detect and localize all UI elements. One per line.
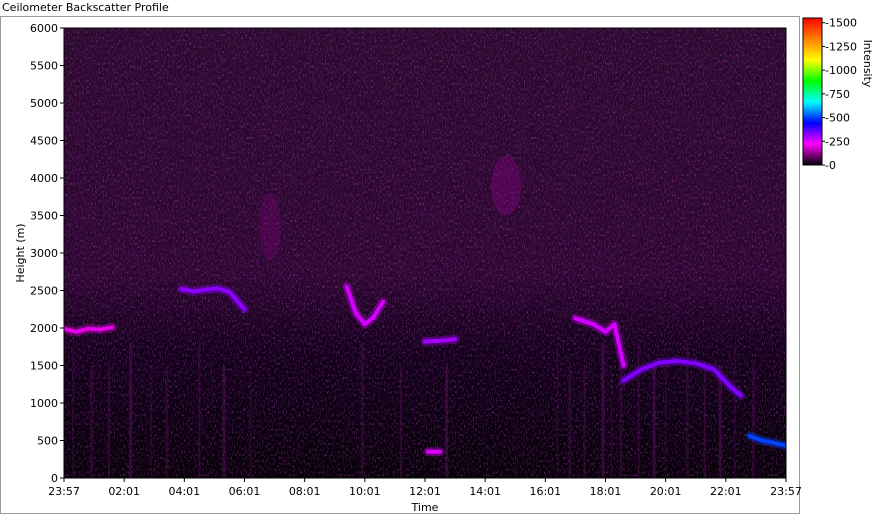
y-axis-title: Height (m) — [14, 223, 27, 282]
colorbar-tick-label: -500 — [825, 112, 850, 125]
x-tick-label: 23:57 — [770, 485, 802, 498]
backscatter-streak — [108, 365, 111, 478]
backscatter-streak — [583, 365, 586, 478]
y-tick-label: 1000 — [30, 397, 58, 410]
backscatter-streak — [703, 365, 706, 478]
backscatter-streak — [129, 343, 133, 478]
y-tick-label: 5500 — [30, 60, 58, 73]
colorbar-tick-label: -0 — [825, 159, 836, 172]
x-tick-label: 02:01 — [108, 485, 140, 498]
colorbar-tick-label: -1000 — [825, 64, 857, 77]
y-tick-label: 2500 — [30, 285, 58, 298]
backscatter-noise-texture — [64, 28, 786, 478]
y-tick-label: 6000 — [30, 22, 58, 35]
colorbar-tick-label: -250 — [825, 135, 850, 148]
backscatter-streak — [556, 343, 559, 478]
y-tick-label: 4500 — [30, 135, 58, 148]
y-tick-label: 3500 — [30, 210, 58, 223]
backscatter-streak — [150, 365, 153, 478]
backscatter-streak — [249, 365, 252, 478]
x-tick-label: 18:01 — [590, 485, 622, 498]
backscatter-streak — [165, 365, 169, 478]
backscatter-streak — [652, 365, 656, 478]
backscatter-streak — [222, 365, 226, 478]
backscatter-streak — [399, 365, 402, 478]
colorbar — [802, 17, 823, 166]
backscatter-streak — [360, 343, 364, 478]
x-axis-title: Time — [411, 501, 439, 514]
backscatter-streak — [198, 343, 201, 478]
backscatter-streak — [733, 343, 736, 478]
backscatter-layer — [423, 337, 458, 344]
backscatter-streak — [90, 365, 94, 478]
diffuse-aerosol-feature — [259, 193, 281, 261]
colorbar-tick-label: -1500 — [825, 17, 857, 30]
backscatter-streak — [610, 365, 613, 478]
x-tick-label: 06:01 — [229, 485, 261, 498]
y-tick-label: 5000 — [30, 97, 58, 110]
x-tick-label: 16:01 — [529, 485, 561, 498]
x-tick-label: 14:01 — [469, 485, 501, 498]
backscatter-streak — [601, 343, 605, 478]
backscatter-streak — [72, 343, 75, 478]
x-tick-label: 23:57 — [48, 485, 80, 498]
colorbar-tick-label: -750 — [825, 88, 850, 101]
y-tick-label: 4000 — [30, 172, 58, 185]
backscatter-chart: 0 500 1000 1500 2000 2500 3000 3500 4000 4500 5000… — [14, 17, 874, 514]
diffuse-aerosol-feature — [491, 155, 522, 216]
backscatter-streak — [568, 365, 572, 478]
y-tick-label: 2000 — [30, 322, 58, 335]
x-tick-label: 04:01 — [168, 485, 200, 498]
backscatter-streak — [637, 343, 640, 478]
backscatter-streak — [751, 365, 755, 478]
y-tick-label: 3000 — [30, 247, 58, 260]
backscatter-streak — [664, 365, 667, 478]
colorbar-title: Intensity — [861, 40, 874, 88]
y-tick-label: 0 — [51, 472, 58, 485]
y-tick-label: 500 — [37, 435, 58, 448]
x-tick-label: 08:01 — [289, 485, 321, 498]
y-tick-label: 1500 — [30, 360, 58, 373]
colorbar-tick-label: -1250 — [825, 40, 857, 53]
x-tick-label: 12:01 — [409, 485, 441, 498]
x-tick-label: 22:01 — [710, 485, 742, 498]
backscatter-streak — [445, 365, 449, 478]
x-tick-label: 20:01 — [650, 485, 682, 498]
x-tick-label: 10:01 — [349, 485, 381, 498]
